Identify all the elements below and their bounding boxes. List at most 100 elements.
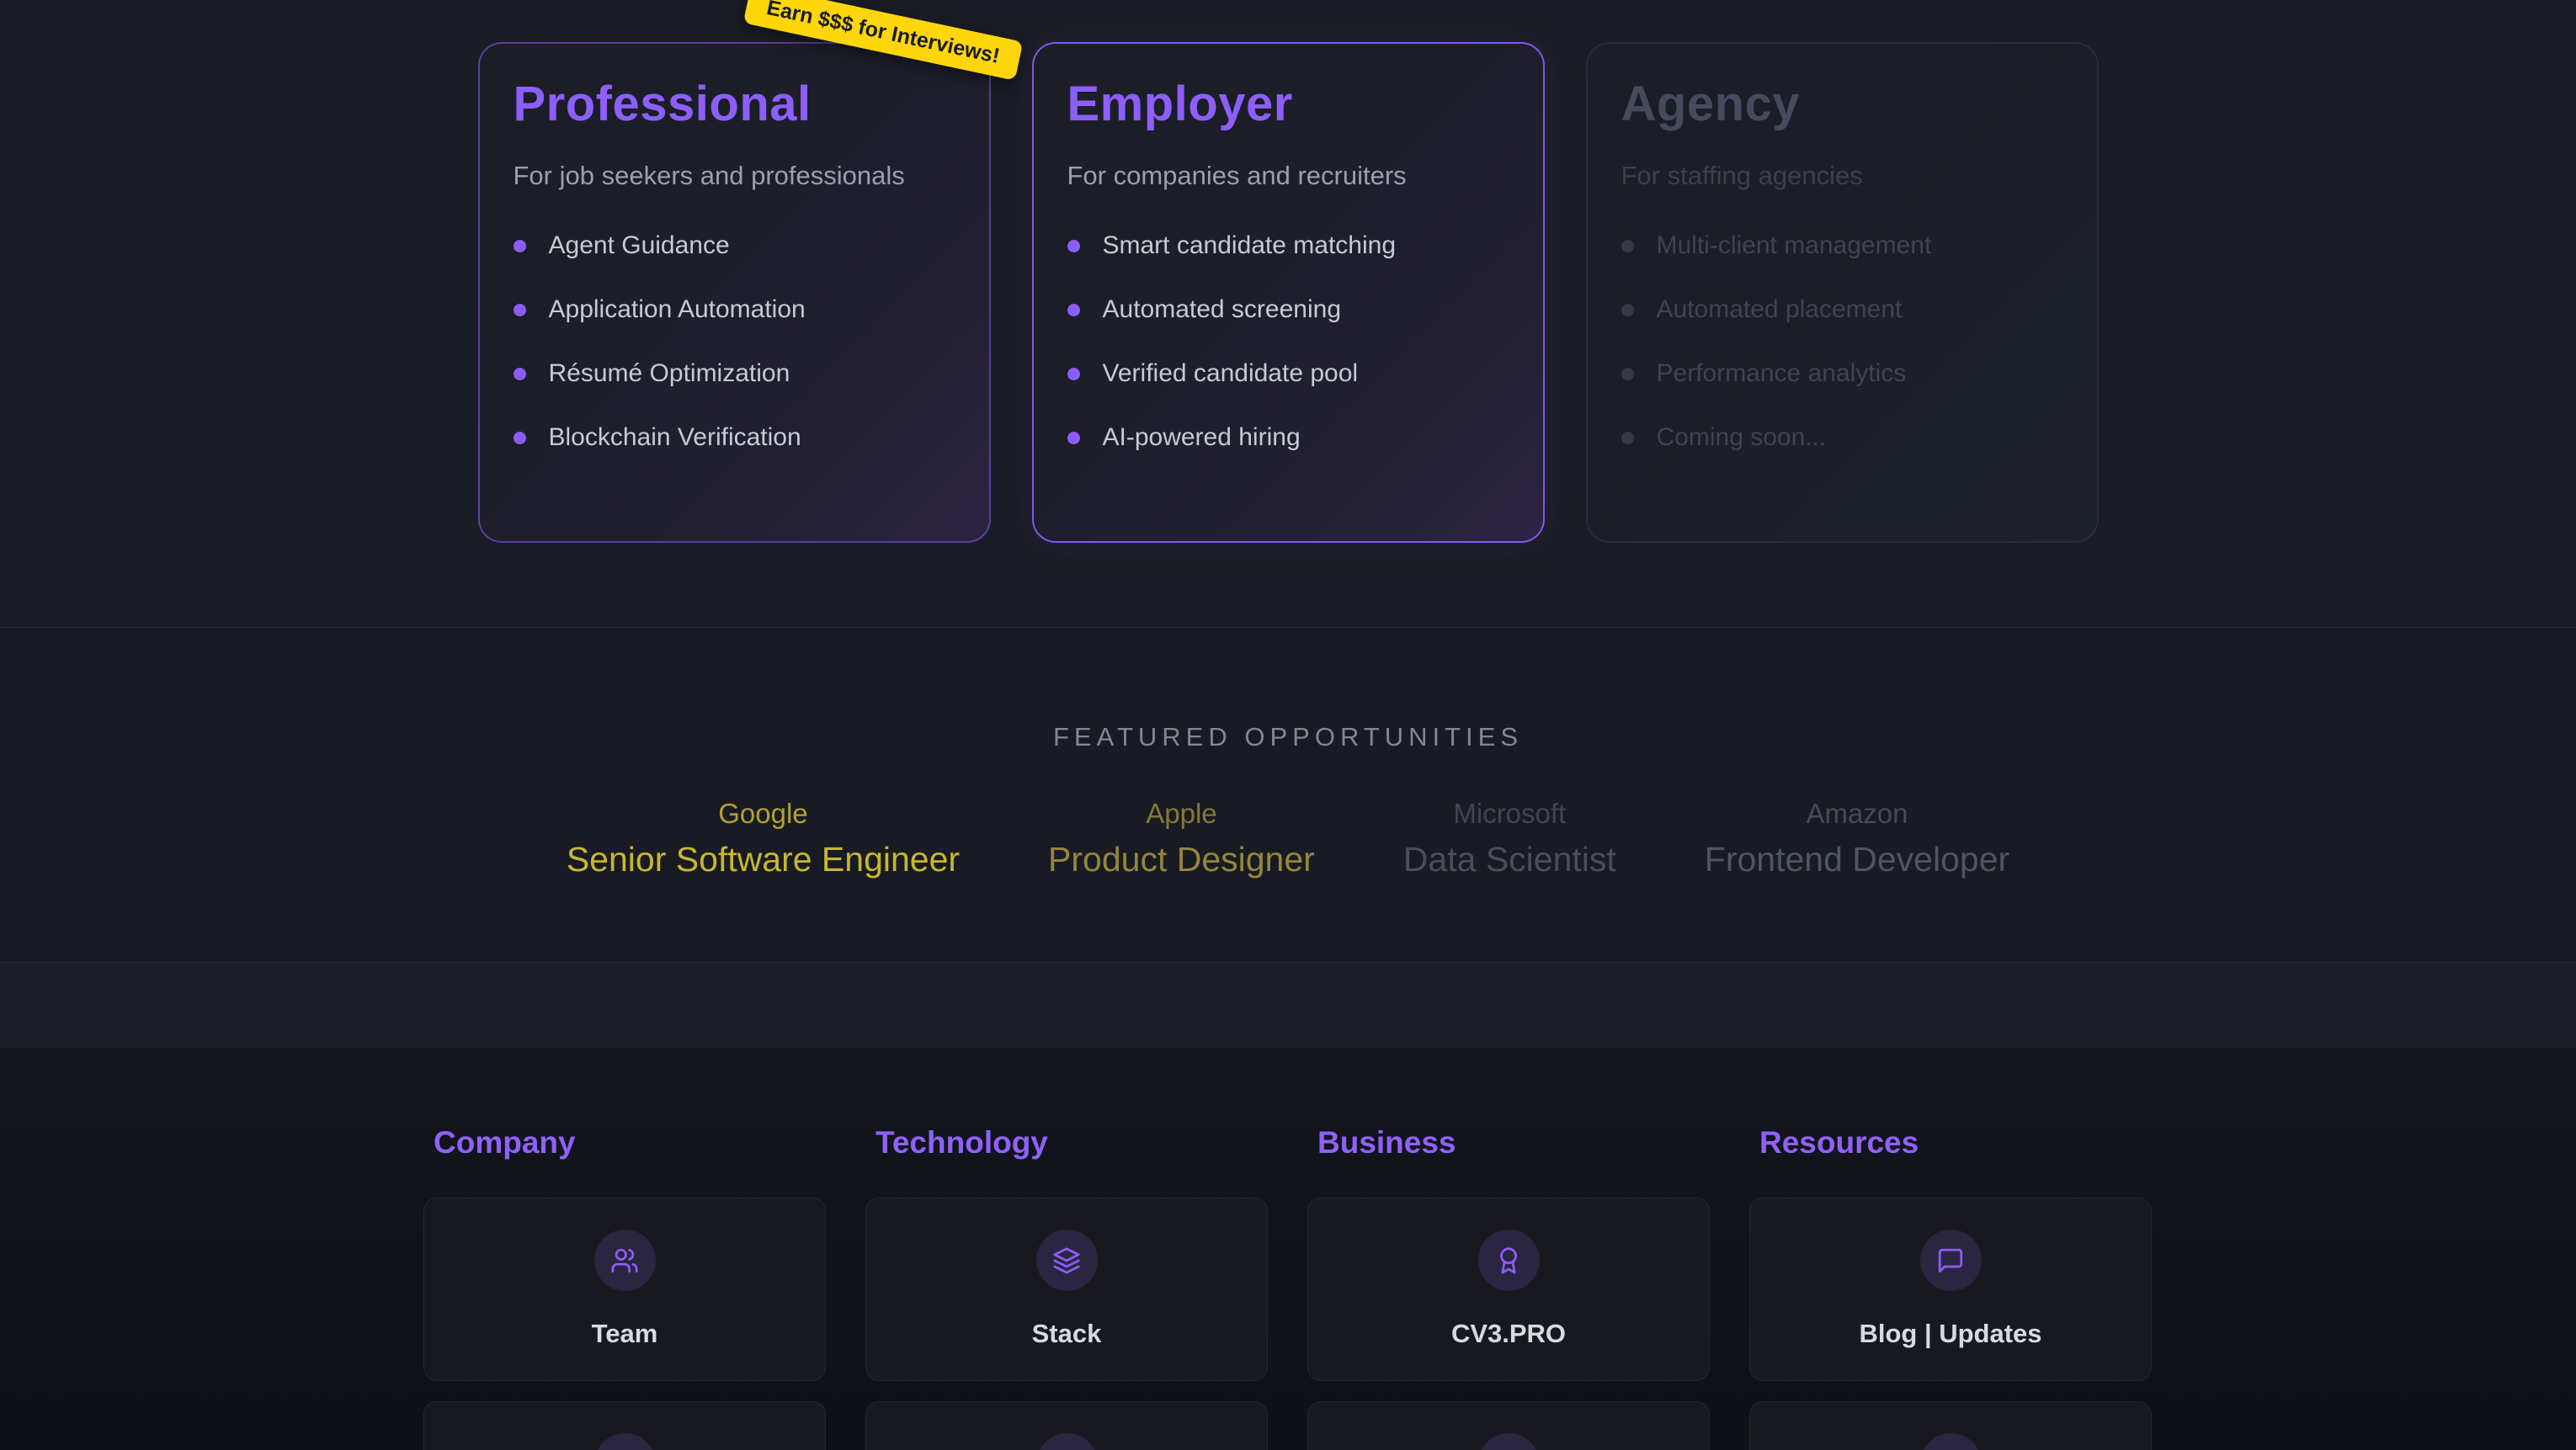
feature-label: Coming soon... <box>1657 423 1827 452</box>
feature-label: Smart candidate matching <box>1103 231 1397 260</box>
icon-badge <box>1920 1230 1982 1291</box>
plan-feature: Blockchain Verification <box>514 423 955 452</box>
footer-column-technology: Technology Stack <box>865 1125 1268 1450</box>
footer-card-partial[interactable] <box>1749 1401 2152 1450</box>
footer-card-partial[interactable] <box>865 1401 1268 1450</box>
plan-feature: Multi-client management <box>1621 231 2063 260</box>
bullet-dot-icon <box>1067 240 1080 252</box>
landing-page: { "badge": { "label": "Earn $$$ for Inte… <box>0 0 2576 1450</box>
plan-feature: AI-powered hiring <box>1067 423 1509 452</box>
bullet-dot-icon <box>1621 304 1634 316</box>
job-company: Microsoft <box>1403 798 1616 830</box>
footer-card-label: Blog | Updates <box>1859 1319 2041 1349</box>
plans-section: Earn $$$ for Interviews! Professional Fo… <box>0 0 2576 627</box>
plan-feature: Smart candidate matching <box>1067 231 1509 260</box>
plan-feature: Résumé Optimization <box>514 359 955 388</box>
feature-label: Application Automation <box>549 295 806 324</box>
bullet-dot-icon <box>1067 432 1080 444</box>
feature-label: Verified candidate pool <box>1103 359 1359 388</box>
plan-feature: Coming soon... <box>1621 423 2063 452</box>
plan-subtitle: For job seekers and professionals <box>514 161 955 191</box>
footer-section: Company Team Technology <box>0 1048 2576 1450</box>
footer-card-label: Team <box>592 1319 658 1349</box>
bullet-dot-icon <box>1067 368 1080 380</box>
footer-column-company: Company Team <box>423 1125 826 1450</box>
plan-subtitle: For staffing agencies <box>1621 161 2063 191</box>
plan-title: Agency <box>1621 76 2063 132</box>
footer-card-blog[interactable]: Blog | Updates <box>1749 1198 2152 1381</box>
icon-badge <box>594 1230 656 1291</box>
featured-heading: FEATURED OPPORTUNITIES <box>0 722 2576 752</box>
job-role: Product Designer <box>1048 840 1315 879</box>
bullet-dot-icon <box>514 368 526 380</box>
bullet-dot-icon <box>1621 368 1634 380</box>
plan-title: Employer <box>1067 76 1509 132</box>
bullet-dot-icon <box>514 240 526 252</box>
plans-row: Earn $$$ for Interviews! Professional Fo… <box>478 42 2099 543</box>
plan-feature: Automated screening <box>1067 295 1509 324</box>
footer-grid: Company Team Technology <box>423 1125 2153 1450</box>
plan-subtitle: For companies and recruiters <box>1067 161 1509 191</box>
featured-job-microsoft: Microsoft Data Scientist <box>1403 798 1616 879</box>
featured-job-apple: Apple Product Designer <box>1048 798 1315 879</box>
featured-job-amazon: Amazon Frontend Developer <box>1705 798 2009 879</box>
featured-job-google: Google Senior Software Engineer <box>567 798 960 879</box>
footer-card-stack[interactable]: Stack <box>865 1198 1268 1381</box>
icon-badge <box>1036 1230 1098 1291</box>
plan-feature-list: Agent Guidance Application Automation Ré… <box>514 231 955 452</box>
icon-badge <box>1920 1433 1982 1450</box>
feature-label: Agent Guidance <box>549 231 730 260</box>
footer-column-business: Business CV3.PRO <box>1307 1125 1710 1450</box>
bullet-dot-icon <box>1621 240 1634 252</box>
feature-label: Résumé Optimization <box>549 359 790 388</box>
job-role: Data Scientist <box>1403 840 1616 879</box>
section-divider-strip <box>0 962 2576 1048</box>
bullet-dot-icon <box>514 432 526 444</box>
feature-label: Automated placement <box>1657 295 1903 324</box>
icon-badge <box>1478 1433 1540 1450</box>
footer-column-resources: Resources Blog | Updates <box>1749 1125 2152 1450</box>
message-icon <box>1936 1246 1965 1275</box>
featured-opportunities-section: FEATURED OPPORTUNITIES Google Senior Sof… <box>0 627 2576 962</box>
footer-column-heading: Technology <box>865 1125 1268 1161</box>
feature-label: Automated screening <box>1103 295 1342 324</box>
plan-feature: Automated placement <box>1621 295 2063 324</box>
footer-card-label: Stack <box>1032 1319 1102 1349</box>
footer-card-team[interactable]: Team <box>423 1198 826 1381</box>
footer-card-partial[interactable] <box>1307 1401 1710 1450</box>
feature-label: Multi-client management <box>1657 231 1932 260</box>
icon-badge <box>1478 1230 1540 1291</box>
plan-card-employer[interactable]: Employer For companies and recruiters Sm… <box>1032 42 1545 543</box>
icon-badge <box>1036 1433 1098 1450</box>
icon-badge <box>594 1433 656 1450</box>
users-icon <box>610 1246 639 1275</box>
plan-title: Professional <box>514 76 955 132</box>
footer-column-heading: Company <box>423 1125 826 1161</box>
job-company: Amazon <box>1705 798 2009 830</box>
feature-label: AI-powered hiring <box>1103 423 1301 452</box>
plan-card-agency: Agency For staffing agencies Multi-clien… <box>1586 42 2099 543</box>
plan-feature-list: Smart candidate matching Automated scree… <box>1067 231 1509 452</box>
featured-jobs-row: Google Senior Software Engineer Apple Pr… <box>0 798 2576 879</box>
plan-feature: Application Automation <box>514 295 955 324</box>
bullet-dot-icon <box>514 304 526 316</box>
plan-feature: Agent Guidance <box>514 231 955 260</box>
job-company: Google <box>567 798 960 830</box>
layers-icon <box>1052 1246 1081 1275</box>
feature-label: Performance analytics <box>1657 359 1907 388</box>
plan-feature-list: Multi-client management Automated placem… <box>1621 231 2063 452</box>
job-role: Senior Software Engineer <box>567 840 960 879</box>
bullet-dot-icon <box>1067 304 1080 316</box>
job-company: Apple <box>1048 798 1315 830</box>
footer-card-partial[interactable] <box>423 1401 826 1450</box>
plan-feature: Performance analytics <box>1621 359 2063 388</box>
feature-label: Blockchain Verification <box>549 423 801 452</box>
bullet-dot-icon <box>1621 432 1634 444</box>
plan-card-professional[interactable]: Professional For job seekers and profess… <box>478 42 991 543</box>
award-icon <box>1494 1246 1523 1275</box>
plan-feature: Verified candidate pool <box>1067 359 1509 388</box>
footer-column-heading: Resources <box>1749 1125 2152 1161</box>
footer-card-label: CV3.PRO <box>1451 1319 1566 1349</box>
footer-column-heading: Business <box>1307 1125 1710 1161</box>
footer-card-cv3pro[interactable]: CV3.PRO <box>1307 1198 1710 1381</box>
